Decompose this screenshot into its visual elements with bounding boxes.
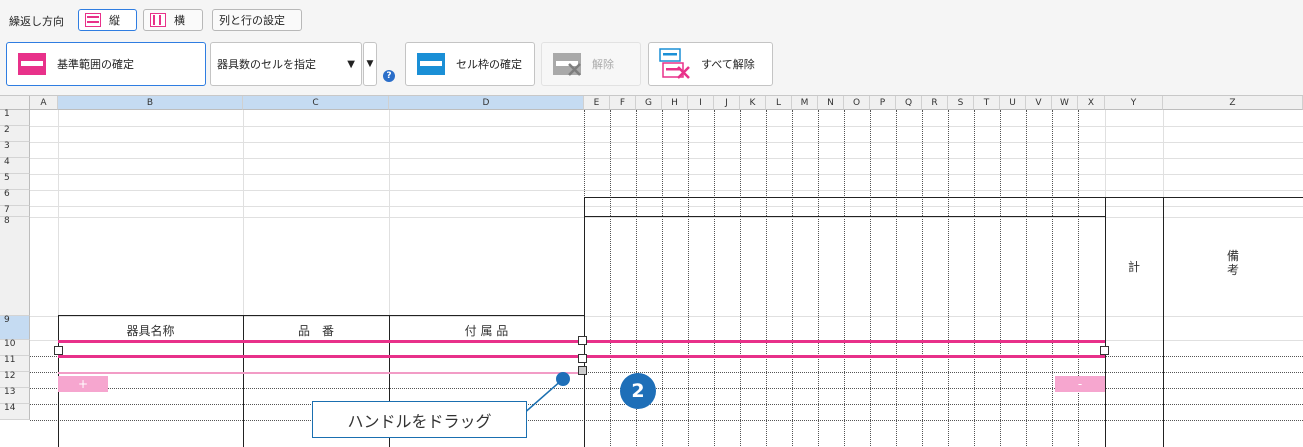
step-badge: 2: [620, 373, 656, 409]
app-window: 繰返し方向 縦 横 列と行の設定 基準範囲の確定 器具数のセルを指定 ▼ ▼ ?…: [0, 0, 1303, 447]
drag-handle-callout: ハンドルをドラッグ: [312, 401, 527, 438]
